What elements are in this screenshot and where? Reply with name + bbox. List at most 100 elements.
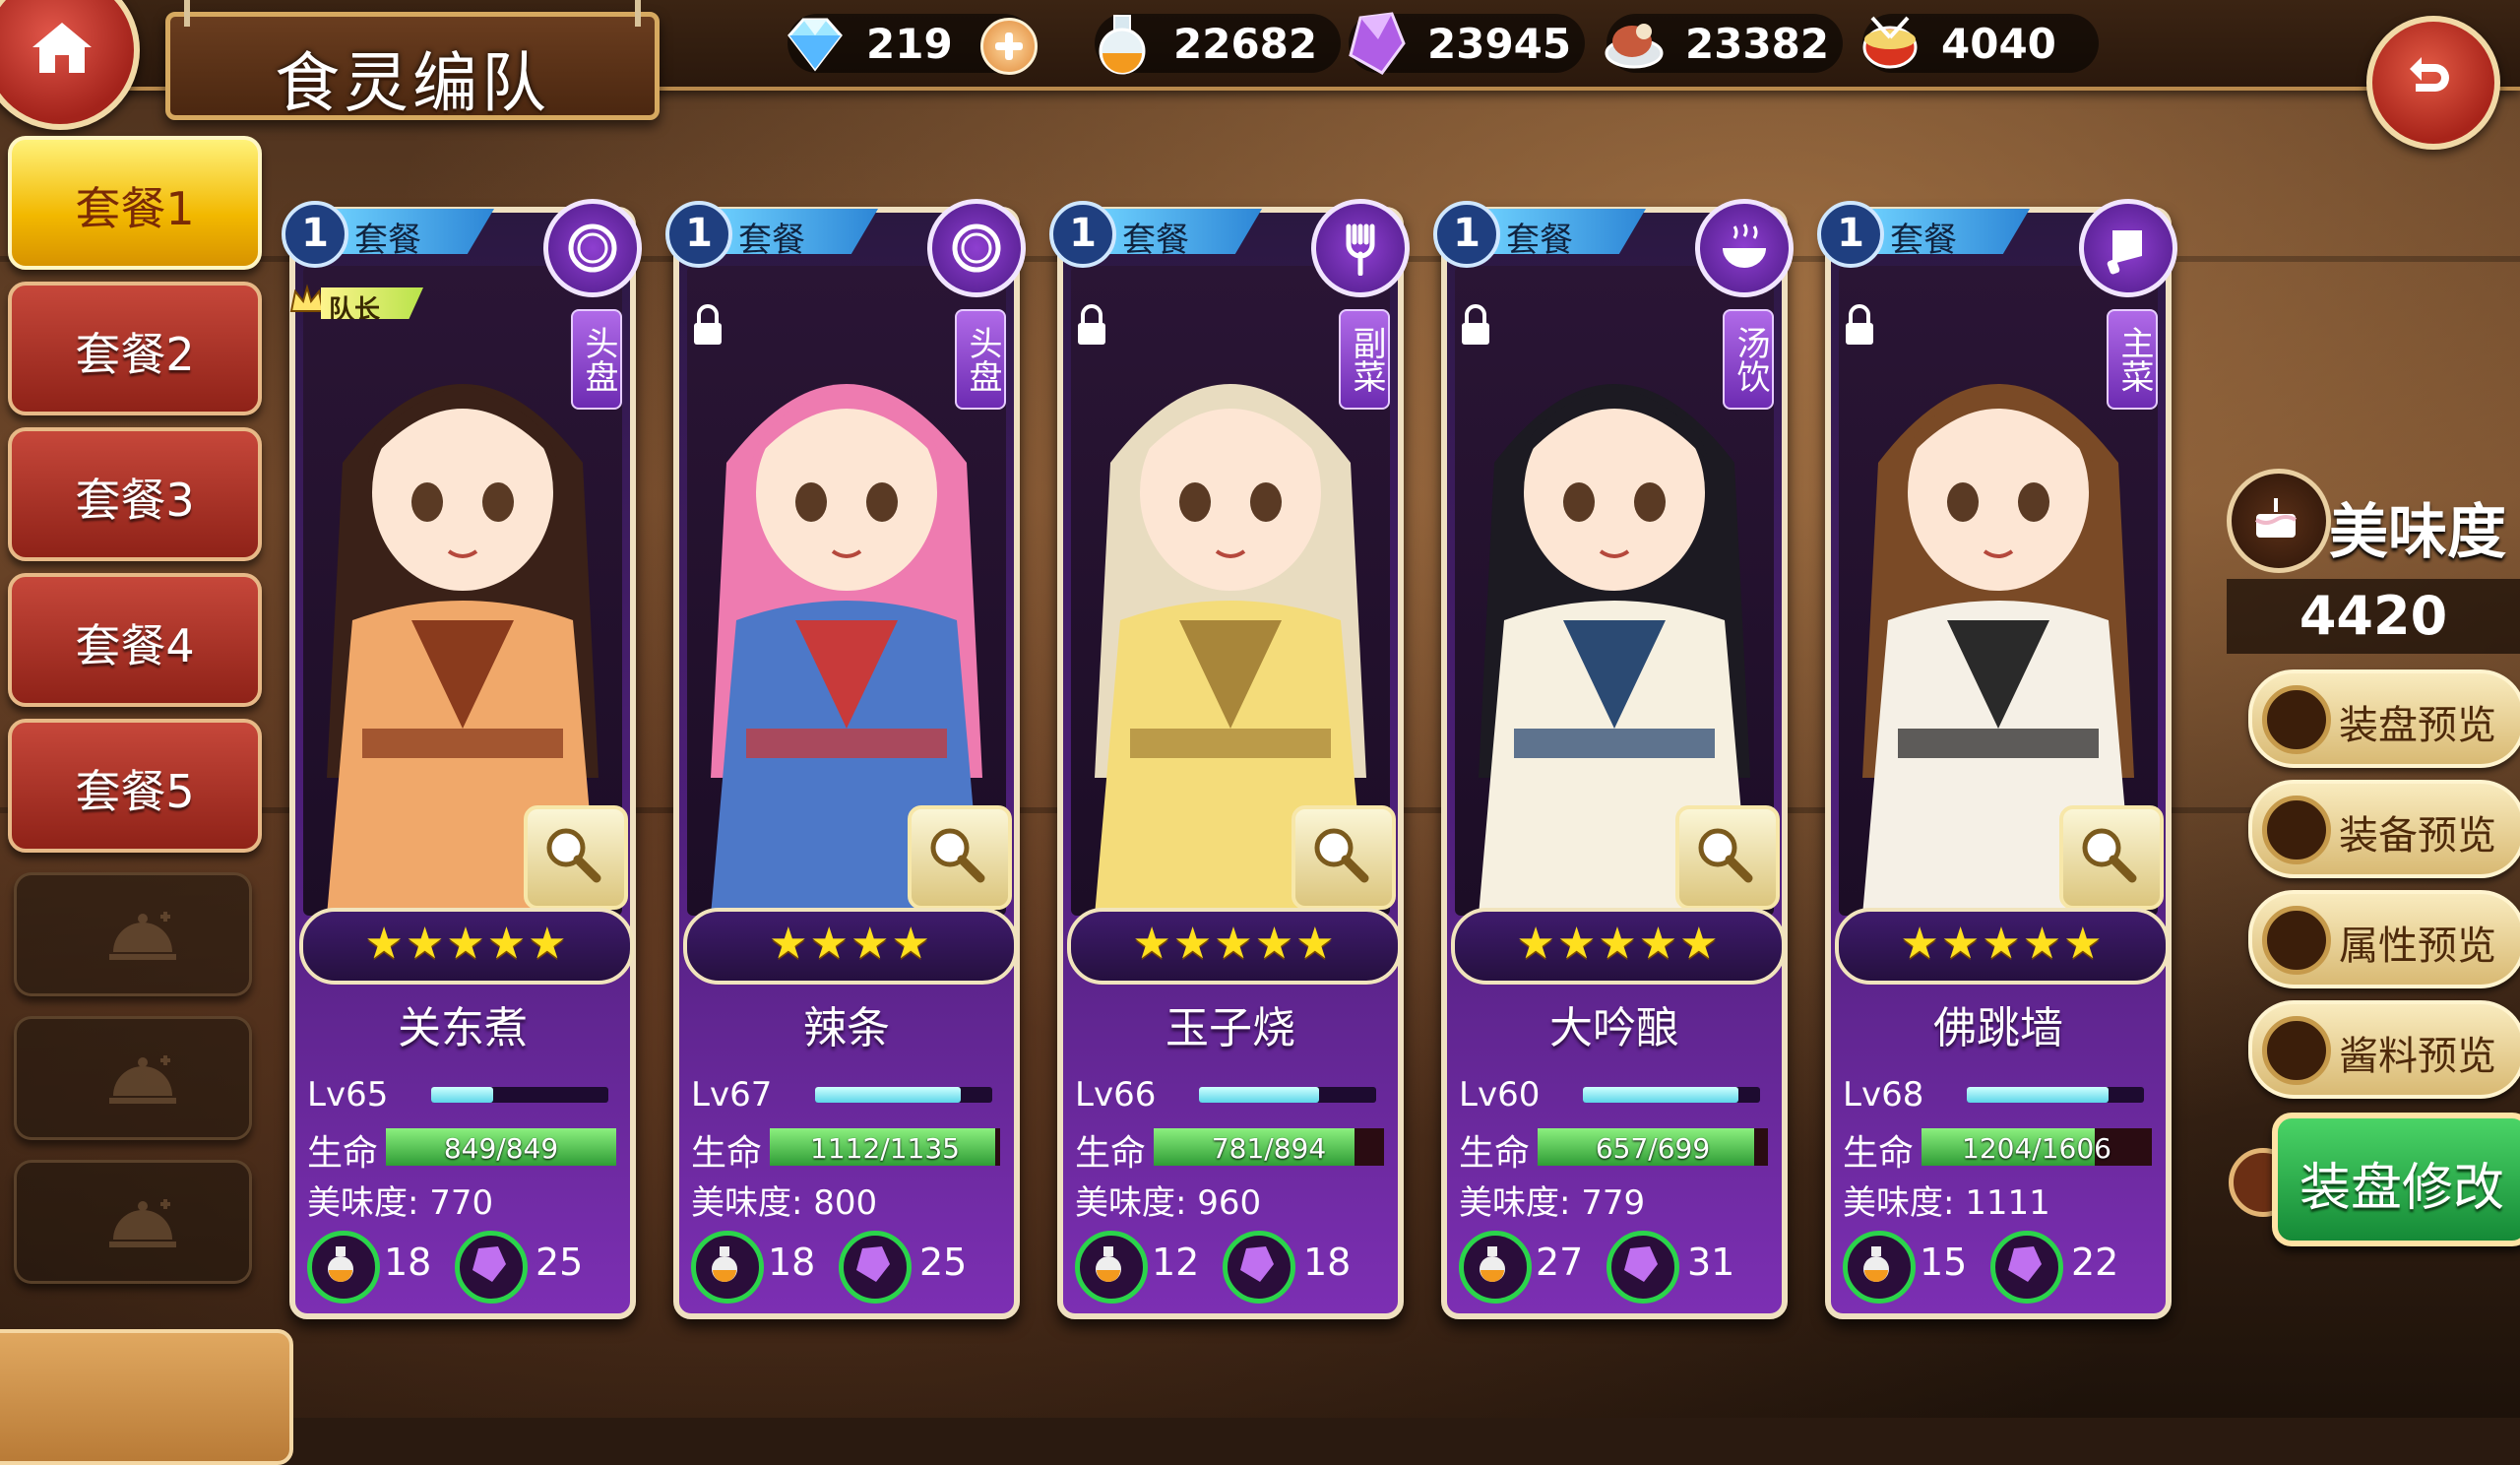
dish-category-badge	[927, 199, 1026, 297]
set-tag: 套餐 1	[1817, 201, 2034, 268]
dish-category-badge	[2079, 199, 2177, 297]
inspect-button[interactable]	[908, 805, 1012, 910]
radio-dot-icon	[2262, 796, 2331, 864]
star-rating-stars: ★★★★	[769, 919, 932, 969]
hp-label: 生命	[691, 1133, 763, 1174]
card-stats: 18 25	[307, 1231, 622, 1304]
cake-badge	[2227, 469, 2331, 573]
empty-set-slot[interactable]	[14, 1016, 252, 1140]
set-tab-5[interactable]: 套餐5	[8, 719, 262, 853]
hp-bar: 849/849	[386, 1128, 616, 1166]
title-board: 食灵编队	[165, 0, 660, 121]
crystal-ring	[1606, 1231, 1679, 1304]
inspect-button[interactable]	[1292, 805, 1396, 910]
flask-stat: 27	[1536, 1241, 1584, 1284]
lock-icon	[1462, 304, 1489, 345]
set-tab-2[interactable]: 套餐2	[8, 282, 262, 415]
level-label: Lv65	[307, 1075, 389, 1115]
magnifier-icon	[1698, 828, 1753, 883]
set-tag-text: 套餐	[1506, 221, 1573, 260]
empty-set-slot[interactable]	[14, 872, 252, 996]
preview-label: 属性预览	[2339, 924, 2496, 969]
hp-bar: 1112/1135	[770, 1128, 1000, 1166]
crystal-stat: 25	[536, 1241, 584, 1284]
plating-preview-button[interactable]: 装盘预览	[2248, 669, 2520, 768]
inspect-button[interactable]	[524, 805, 628, 910]
flask-ring	[691, 1231, 764, 1304]
resource-value: 22682	[1173, 20, 1318, 68]
level-label: Lv68	[1843, 1075, 1924, 1115]
magnifier-icon	[930, 828, 985, 883]
resource-value: 23382	[1685, 20, 1830, 68]
hp-label: 生命	[1075, 1133, 1147, 1174]
preview-label: 装盘预览	[2339, 703, 2496, 748]
set-tab-1[interactable]: 套餐1	[8, 136, 262, 270]
character-card[interactable]: 套餐 1 主菜 ★★★★★ 佛跳墙 Lv68 生命 1204/1606 美味度:…	[1817, 199, 2177, 1319]
hp-value: 849/849	[443, 1132, 559, 1165]
crystal-stat: 25	[919, 1241, 968, 1284]
purple-crystal-icon	[1624, 1246, 1658, 1282]
hp-bar: 781/894	[1154, 1128, 1384, 1166]
hp-value: 657/699	[1595, 1132, 1711, 1165]
dish-role-label: 副菜	[1339, 309, 1390, 410]
lock-icon	[694, 304, 722, 345]
potion-flask-icon	[1863, 1246, 1889, 1282]
potion-flask-icon	[1099, 15, 1146, 75]
flask-stat: 18	[384, 1241, 432, 1284]
dish-role-label: 主菜	[2107, 309, 2158, 410]
return-arrow-icon	[2410, 57, 2449, 92]
taste-value: 美味度: 800	[691, 1183, 878, 1223]
star-rating-stars: ★★★★★	[364, 919, 569, 969]
captain-label: 队长	[321, 287, 423, 319]
inspect-button[interactable]	[2059, 805, 2164, 910]
set-tab-label: 套餐1	[75, 182, 195, 235]
set-tab-3[interactable]: 套餐3	[8, 427, 262, 561]
xp-fill	[815, 1087, 961, 1103]
magnifier-icon	[1314, 828, 1369, 883]
taste-score: 4420	[2227, 579, 2520, 654]
resource-value: 23945	[1427, 20, 1572, 68]
character-card[interactable]: 套餐 1 头盘 ★★★★★ 关东煮 Lv65 生命 849/849 美味度: 7…	[282, 199, 642, 1319]
level-label: Lv60	[1459, 1075, 1541, 1115]
flask-ring	[1843, 1231, 1916, 1304]
add-diamond-button[interactable]	[980, 18, 1038, 75]
potion-flask-icon	[328, 1246, 353, 1282]
equipment-preview-button[interactable]: 装备预览	[2248, 780, 2520, 878]
card-stats: 18 25	[691, 1231, 1006, 1304]
attribute-preview-button[interactable]: 属性预览	[2248, 890, 2520, 988]
back-button[interactable]	[2366, 16, 2500, 150]
dish-category-badge	[1695, 199, 1794, 297]
magnifier-icon	[2082, 828, 2137, 883]
set-tag-label: 套餐	[327, 209, 494, 254]
inspect-button[interactable]	[1675, 805, 1780, 910]
set-tab-4[interactable]: 套餐4	[8, 573, 262, 707]
star-rating: ★★★★★	[1067, 908, 1402, 985]
set-tag-label: 套餐	[711, 209, 878, 254]
edit-plating-button[interactable]: 装盘修改	[2229, 1113, 2520, 1246]
crystal-stat: 18	[1303, 1241, 1352, 1284]
fork-icon	[1346, 223, 1375, 276]
hp-label: 生命	[307, 1133, 379, 1174]
set-tab-label: 套餐5	[75, 765, 195, 818]
character-card[interactable]: 套餐 1 头盘 ★★★★ 辣条 Lv67 生命 1112/1135 美味度: 8…	[665, 199, 1026, 1319]
resource-crystal: 23945	[1349, 12, 1585, 75]
character-card[interactable]: 套餐 1 汤饮 ★★★★★ 大吟酿 Lv60 生命 657/699 美味度: 7…	[1433, 199, 1794, 1319]
hp-bar: 657/699	[1538, 1128, 1768, 1166]
plate-icon	[568, 223, 617, 273]
magnifier-icon	[546, 828, 601, 883]
sauce-preview-button[interactable]: 酱料预览	[2248, 1000, 2520, 1099]
character-card[interactable]: 套餐 1 副菜 ★★★★★ 玉子烧 Lv66 生命 781/894 美味度: 9…	[1049, 199, 1410, 1319]
cleaver-icon	[2107, 230, 2142, 275]
xp-fill	[1967, 1087, 2109, 1103]
dish-category-badge	[543, 199, 642, 297]
potion-flask-icon	[712, 1246, 737, 1282]
empty-set-slot[interactable]	[14, 1160, 252, 1284]
flask-ring	[307, 1231, 380, 1304]
set-tag: 套餐 1	[282, 201, 498, 268]
crystal-stat: 31	[1687, 1241, 1735, 1284]
star-rating-stars: ★★★★★	[1132, 919, 1337, 969]
character-name: 辣条	[803, 1003, 890, 1053]
hp-label: 生命	[1843, 1133, 1915, 1174]
set-tab-label: 套餐2	[75, 328, 195, 381]
dish-category-badge	[1311, 199, 1410, 297]
